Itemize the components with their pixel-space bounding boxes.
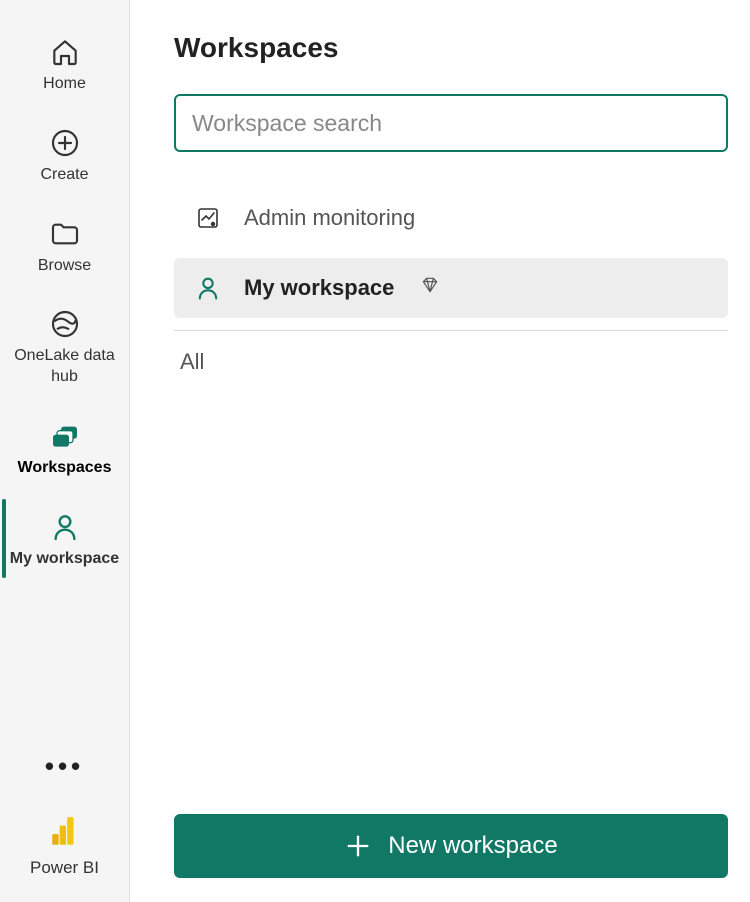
- monitoring-icon: [194, 204, 222, 232]
- powerbi-icon: [52, 815, 78, 854]
- workspaces-panel: Workspaces Admin monitoring My works: [130, 0, 750, 902]
- panel-title: Workspaces: [174, 32, 728, 64]
- brand-powerbi[interactable]: Power BI: [0, 797, 130, 902]
- nav-home-label: Home: [43, 74, 86, 95]
- section-all-label: All: [174, 349, 728, 375]
- divider: [174, 330, 728, 331]
- workspace-search-input[interactable]: [174, 94, 728, 152]
- workspaces-icon: [45, 416, 85, 456]
- folder-icon: [45, 214, 85, 254]
- nav-onelake-label: OneLake data hub: [6, 346, 124, 388]
- workspace-item-admin-monitoring[interactable]: Admin monitoring: [174, 188, 728, 248]
- nav-my-workspace[interactable]: My workspace: [0, 493, 130, 584]
- ellipsis-icon: •••: [45, 753, 84, 779]
- diamond-icon: [420, 275, 440, 301]
- search-wrap: [174, 94, 728, 152]
- plus-circle-icon: [45, 123, 85, 163]
- nav-create[interactable]: Create: [0, 109, 130, 200]
- nav-browse-label: Browse: [38, 256, 91, 277]
- nav-my-workspace-label: My workspace: [10, 549, 119, 570]
- workspace-list: Admin monitoring My workspace: [174, 188, 728, 318]
- home-icon: [45, 32, 85, 72]
- nav-onelake[interactable]: OneLake data hub: [0, 290, 130, 402]
- nav-create-label: Create: [40, 165, 88, 186]
- left-sidebar: Home Create Browse OneLake data: [0, 0, 130, 902]
- plus-icon: [344, 832, 372, 860]
- brand-label: Power BI: [30, 858, 99, 878]
- globe-icon: [45, 304, 85, 344]
- new-workspace-button-label: New workspace: [388, 832, 557, 860]
- workspace-item-my-workspace[interactable]: My workspace: [174, 258, 728, 318]
- nav-home[interactable]: Home: [0, 18, 130, 109]
- new-workspace-button[interactable]: New workspace: [174, 814, 728, 878]
- workspace-item-label: Admin monitoring: [244, 205, 415, 231]
- workspace-item-label: My workspace: [244, 275, 394, 301]
- nav-workspaces-label: Workspaces: [18, 458, 112, 479]
- nav-more[interactable]: •••: [0, 735, 130, 797]
- person-icon: [45, 507, 85, 547]
- nav-workspaces[interactable]: Workspaces: [0, 402, 130, 493]
- nav-browse[interactable]: Browse: [0, 200, 130, 291]
- person-icon: [194, 274, 222, 302]
